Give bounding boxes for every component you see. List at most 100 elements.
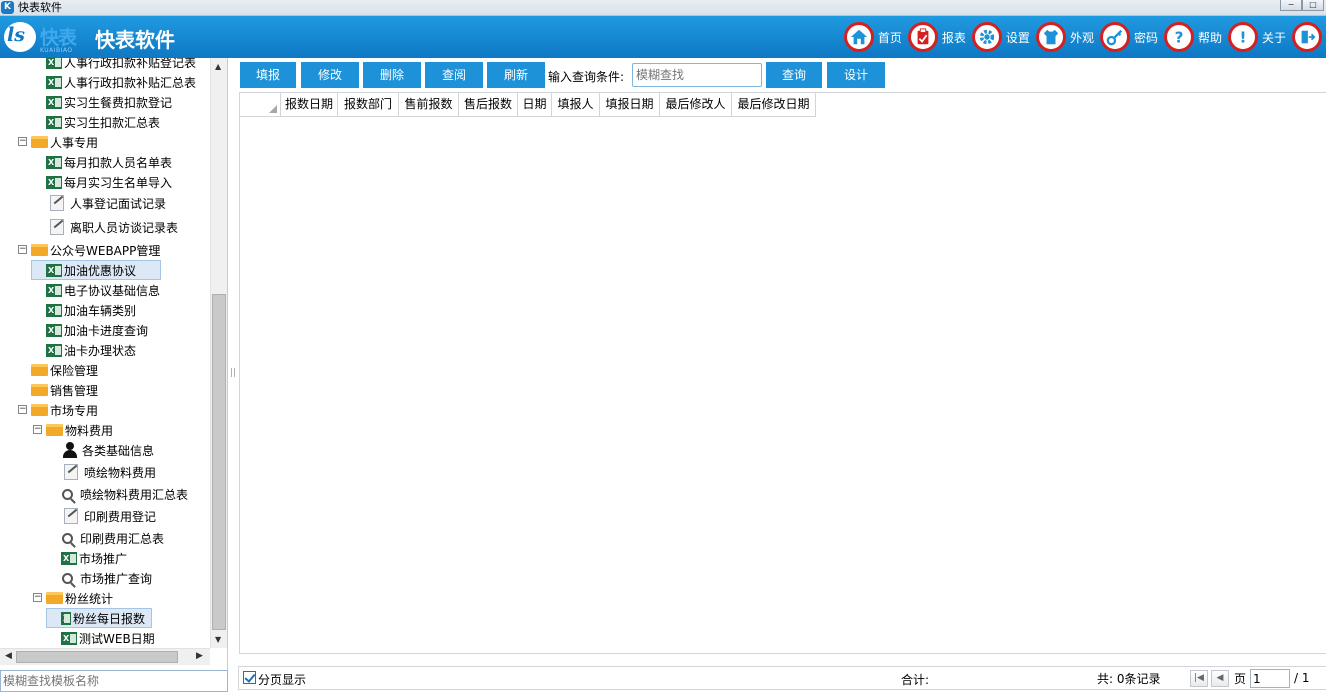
scroll-left-icon[interactable]: ◀ bbox=[5, 651, 12, 661]
tree-vertical-scrollbar[interactable]: ▲ ▼ bbox=[210, 58, 227, 648]
tree-expander[interactable]: − bbox=[18, 405, 27, 414]
scrollbar-thumb[interactable] bbox=[212, 294, 226, 630]
tree-item[interactable]: X 油卡办理状态 bbox=[46, 340, 136, 360]
tree-horizontal-scrollbar[interactable]: ◀ ▶ bbox=[0, 648, 210, 665]
tree-item-selected[interactable]: X 加油优惠协议 bbox=[31, 260, 161, 280]
grid-footer: 分页显示 合计: 共: 0条记录 |◀ ◀ 页 / 1 bbox=[238, 666, 1326, 690]
nav-appearance[interactable]: 外观 bbox=[1035, 22, 1094, 52]
minimize-button[interactable]: − bbox=[1280, 0, 1302, 11]
prev-page-icon[interactable]: ◀ bbox=[1211, 670, 1229, 687]
nav-appearance-label: 外观 bbox=[1069, 30, 1094, 45]
tree-item-selected[interactable]: X 粉丝每日报数 bbox=[46, 608, 152, 628]
app-icon: K bbox=[1, 1, 14, 14]
tree-item[interactable]: 印刷费用汇总表 bbox=[62, 528, 164, 548]
home-icon bbox=[843, 22, 874, 52]
folder-icon bbox=[31, 136, 48, 148]
nav-exit[interactable] bbox=[1292, 22, 1326, 52]
excel-icon: X bbox=[46, 75, 62, 89]
column-header[interactable]: 最后修改日期 bbox=[732, 93, 816, 117]
template-search-input[interactable] bbox=[0, 670, 228, 692]
excel-icon: X bbox=[46, 115, 62, 129]
logo-icon: ls bbox=[4, 22, 36, 52]
tree-expander[interactable]: − bbox=[33, 593, 42, 602]
tree-item[interactable]: X 电子协议基础信息 bbox=[46, 280, 160, 300]
tree-item[interactable]: X 加油卡进度查询 bbox=[46, 320, 148, 340]
tree-folder[interactable]: 市场专用 bbox=[31, 400, 98, 420]
app-name: 快表软件 bbox=[95, 28, 175, 52]
tree-item[interactable]: X 实习生扣款汇总表 bbox=[46, 112, 160, 132]
page-number-input[interactable] bbox=[1250, 669, 1290, 688]
nav-about[interactable]: ! 关于 bbox=[1227, 22, 1286, 52]
tree-item[interactable]: X 人事行政扣款补贴登记表 bbox=[46, 58, 196, 72]
excel-icon: X bbox=[61, 551, 77, 565]
grid-corner[interactable] bbox=[240, 93, 281, 117]
refresh-button[interactable]: 刷新 bbox=[487, 62, 545, 88]
query-button[interactable]: 查询 bbox=[766, 62, 822, 88]
left-panel: X 人事行政扣款补贴登记表 X 人事行政扣款补贴汇总表 X 实习生餐费扣款登记 X 实习… bbox=[0, 58, 228, 670]
folder-icon bbox=[31, 364, 48, 376]
excel-icon: X bbox=[46, 343, 62, 357]
column-header[interactable]: 售后报数 bbox=[459, 93, 518, 117]
column-header[interactable]: 最后修改人 bbox=[660, 93, 732, 117]
paging-checkbox[interactable] bbox=[243, 671, 256, 684]
tree-item[interactable]: 印刷费用登记 bbox=[64, 506, 156, 526]
search-icon bbox=[62, 532, 73, 544]
column-header[interactable]: 填报人 bbox=[552, 93, 600, 117]
column-header[interactable]: 日期 bbox=[518, 93, 552, 117]
tree-item[interactable]: X 每月扣款人员名单表 bbox=[46, 152, 172, 172]
condition-input[interactable] bbox=[632, 63, 762, 87]
tree-folder[interactable]: 粉丝统计 bbox=[46, 588, 113, 608]
tree-expander[interactable]: − bbox=[18, 245, 27, 254]
tree-item[interactable]: 喷绘物料费用汇总表 bbox=[62, 484, 188, 504]
tree-item[interactable]: X 实习生餐费扣款登记 bbox=[46, 92, 172, 112]
tree-item[interactable]: 离职人员访谈记录表 bbox=[50, 217, 178, 237]
first-page-icon[interactable]: |◀ bbox=[1190, 670, 1208, 687]
data-grid[interactable]: 报数日期 报数部门 售前报数 售后报数 日期 填报人 填报日期 最后修改人 最后… bbox=[239, 92, 1326, 654]
exit-icon bbox=[1292, 22, 1322, 52]
nav-help[interactable]: ? 帮助 bbox=[1163, 22, 1222, 52]
folder-icon bbox=[31, 244, 48, 256]
tree-item[interactable]: X 测试WEB日期 bbox=[61, 628, 155, 648]
tree-item[interactable]: X 每月实习生名单导入 bbox=[46, 172, 172, 192]
column-header[interactable]: 报数部门 bbox=[338, 93, 399, 117]
column-header[interactable]: 售前报数 bbox=[399, 93, 459, 117]
tree-item[interactable]: 各类基础信息 bbox=[62, 440, 154, 460]
paging-label: 分页显示 bbox=[258, 673, 307, 687]
scroll-down-icon[interactable]: ▼ bbox=[215, 635, 221, 644]
nav-password-label: 密码 bbox=[1133, 30, 1158, 45]
person-icon bbox=[62, 442, 78, 458]
tree-folder[interactable]: 公众号WEBAPP管理 bbox=[31, 240, 160, 260]
scroll-right-icon[interactable]: ▶ bbox=[196, 651, 203, 661]
tree-item[interactable]: X 市场推广 bbox=[61, 548, 127, 568]
column-header[interactable]: 填报日期 bbox=[600, 93, 660, 117]
nav-settings-label: 设置 bbox=[1005, 30, 1030, 45]
design-button[interactable]: 设计 bbox=[827, 62, 885, 88]
tree-folder[interactable]: 保险管理 bbox=[31, 360, 98, 380]
scrollbar-thumb[interactable] bbox=[16, 651, 178, 663]
tree-item[interactable]: X 加油车辆类别 bbox=[46, 300, 136, 320]
tree-item[interactable]: 喷绘物料费用 bbox=[64, 462, 156, 482]
tree-item[interactable]: 市场推广查询 bbox=[62, 568, 152, 588]
delete-button[interactable]: 删除 bbox=[363, 62, 421, 88]
nav-settings[interactable]: 设置 bbox=[971, 22, 1030, 52]
tree-item[interactable]: X 人事行政扣款补贴汇总表 bbox=[46, 72, 196, 92]
column-header[interactable]: 报数日期 bbox=[281, 93, 338, 117]
tree-folder[interactable]: 销售管理 bbox=[31, 380, 98, 400]
view-button[interactable]: 查阅 bbox=[425, 62, 483, 88]
tree-expander[interactable]: − bbox=[18, 137, 27, 146]
nav-report[interactable]: 报表 bbox=[907, 22, 966, 52]
nav-password[interactable]: 密码 bbox=[1099, 22, 1158, 52]
scroll-up-icon[interactable]: ▲ bbox=[215, 62, 221, 71]
nav-home[interactable]: 首页 bbox=[843, 22, 902, 52]
folder-icon bbox=[31, 404, 48, 416]
tree-item[interactable]: 人事登记面试记录 bbox=[50, 193, 166, 213]
toolbar: 填报 修改 删除 查阅 刷新 输入查询条件: 查询 设计 bbox=[238, 60, 1326, 90]
tree-folder[interactable]: 人事专用 bbox=[31, 132, 98, 152]
maximize-button[interactable]: □ bbox=[1302, 0, 1324, 11]
tree-folder[interactable]: 物料费用 bbox=[46, 420, 113, 440]
edit-button[interactable]: 修改 bbox=[301, 62, 359, 88]
fill-report-button[interactable]: 填报 bbox=[240, 62, 296, 88]
sum-label: 合计: bbox=[901, 673, 930, 687]
panel-splitter[interactable]: || bbox=[228, 58, 238, 670]
tree-expander[interactable]: − bbox=[33, 425, 42, 434]
